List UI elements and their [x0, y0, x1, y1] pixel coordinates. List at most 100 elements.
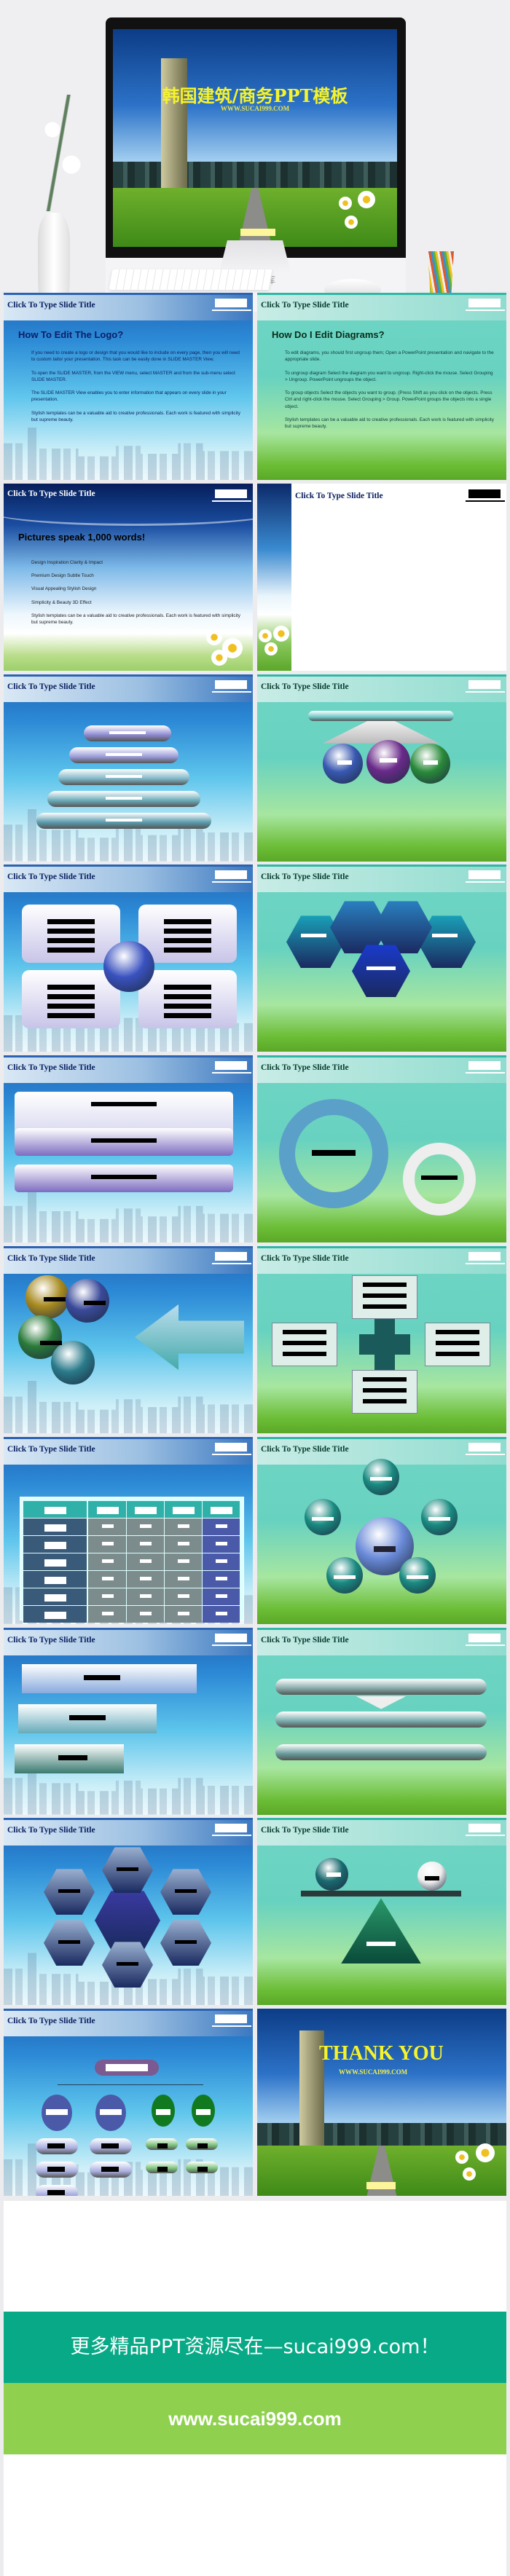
slide-title[interactable]: Click To Type Slide Title — [7, 489, 95, 498]
text-placeholder — [407, 1575, 428, 1579]
slide-thumbnail[interactable]: Click To Type Slide Title — [257, 483, 506, 671]
divider — [466, 1835, 505, 1837]
center-circle — [103, 941, 154, 993]
slide-thumbnail[interactable]: Click To Type Slide Title — [4, 2009, 253, 2197]
down-arrow-icon — [356, 1695, 407, 1709]
text-placeholder — [363, 1293, 407, 1298]
logo-placeholder — [468, 1824, 501, 1833]
slide-title[interactable]: Click To Type Slide Title — [7, 1254, 95, 1263]
slide-title[interactable]: Click To Type Slide Title — [261, 873, 349, 881]
slide-thumbnail[interactable]: Click To Type Slide Title — [257, 864, 506, 1052]
text-placeholder — [101, 1594, 114, 1598]
slide-thumbnail[interactable]: Click To Type Slide Title — [4, 1246, 253, 1433]
text-placeholder — [197, 2167, 208, 2173]
slide-title[interactable]: Click To Type Slide Title — [261, 1445, 349, 1454]
slide-title[interactable]: Click To Type Slide Title — [261, 1254, 349, 1263]
text-placeholder — [363, 1399, 407, 1403]
slide-thumbnail[interactable]: Click To Type Slide Title — [257, 1627, 506, 1815]
slide-thumbnail[interactable]: Click To Type Slide Title — [4, 1818, 253, 2006]
slide-title[interactable]: Click To Type Slide Title — [7, 301, 95, 310]
content-box — [138, 905, 237, 964]
slide-title[interactable]: Click To Type Slide Title — [261, 301, 349, 310]
slide-thumbnail[interactable]: Click To Type Slide Title — [257, 1436, 506, 1624]
slide-title[interactable]: Click To Type Slide Title — [261, 1063, 349, 1072]
slide-thumbnail[interactable]: Click To Type Slide Title — [257, 1055, 506, 1243]
pill-shape — [275, 1678, 487, 1695]
slide-thumbnail[interactable]: Click To Type Slide Title — [4, 1436, 253, 1624]
slide-thumbnail[interactable]: Click To Type Slide Title How To Edit The… — [4, 293, 253, 480]
slide-title[interactable]: Click To Type Slide Title — [7, 873, 95, 881]
text-placeholder — [178, 1576, 189, 1580]
slide-title[interactable]: Click To Type Slide Title — [295, 492, 383, 500]
text-placeholder — [157, 2143, 168, 2149]
slide-heading: How To Edit The Logo? — [18, 329, 124, 340]
logo-placeholder — [468, 489, 501, 498]
slide-thumbnail[interactable]: Click To Type Slide Title — [257, 1818, 506, 2006]
logo-placeholder — [215, 2014, 247, 2024]
slide-thumbnail[interactable]: Click To Type Slide Title Pictures speak … — [4, 483, 253, 671]
divider — [466, 881, 505, 883]
text-placeholder — [164, 985, 211, 990]
text-placeholder — [47, 948, 95, 953]
text-placeholder — [140, 1576, 152, 1580]
cover-url: WWW.SUCAI999.COM — [220, 105, 290, 112]
divider — [212, 1835, 251, 1837]
divider — [212, 1644, 251, 1646]
slide-thumbnail[interactable]: Click To Type Slide Title — [4, 1627, 253, 1815]
hexagon — [95, 1891, 160, 1950]
divider — [466, 1453, 505, 1455]
divider — [466, 1263, 505, 1264]
body-paragraph: Stylish templates can be a valuable aid … — [31, 410, 241, 423]
slide-title[interactable]: Click To Type Slide Title — [7, 1826, 95, 1835]
text-placeholder — [47, 938, 95, 944]
text-placeholder — [91, 1102, 157, 1107]
slide-title[interactable]: Click To Type Slide Title — [7, 1445, 95, 1454]
thank-you-title: THANK YOU — [319, 2042, 444, 2065]
text-placeholder — [84, 1674, 120, 1680]
slide-title[interactable]: Click To Type Slide Title — [7, 2017, 95, 2025]
text-placeholder — [164, 919, 211, 925]
divider — [212, 2025, 251, 2028]
text-placeholder — [117, 1867, 138, 1872]
text-placeholder — [58, 1754, 87, 1760]
hero-mockup: 韩国建筑/商务PPT模板 WWW.SUCAI999.COM 萧鸟图库 — [0, 0, 510, 345]
divider — [466, 310, 505, 311]
logo-placeholder — [215, 1824, 247, 1833]
promo-banner[interactable]: 更多精品PPT资源尽在—sucai999.com！ — [4, 2312, 506, 2383]
sphere — [51, 1341, 95, 1384]
divider — [466, 1072, 505, 1074]
logo-placeholder — [215, 489, 247, 498]
text-placeholder — [101, 1541, 114, 1545]
text-placeholder — [101, 1611, 114, 1615]
text-placeholder — [47, 994, 95, 1000]
slide-thumbnail[interactable]: Click To Type Slide Title — [257, 674, 506, 862]
slide-title[interactable]: Click To Type Slide Title — [7, 1063, 95, 1072]
cover-slide-preview: 韩国建筑/商务PPT模板 WWW.SUCAI999.COM — [113, 29, 397, 247]
slide-body-text: To edit diagrams, you should first ungro… — [285, 350, 496, 437]
slide-thumbnail[interactable]: THANK YOU WWW.SUCAI999.COM — [257, 2009, 506, 2197]
text-placeholder — [178, 1524, 189, 1528]
text-placeholder — [106, 774, 142, 778]
body-paragraph: Simplicity & Beauty 3D Effect — [31, 599, 92, 605]
slide-title[interactable]: Click To Type Slide Title — [7, 682, 95, 691]
text-placeholder — [283, 1330, 326, 1334]
slide-title[interactable]: Click To Type Slide Title — [7, 1636, 95, 1645]
slide-thumbnail[interactable]: Click To Type Slide Title — [257, 1246, 506, 1433]
slide-thumbnail[interactable]: Click To Type Slide Title — [4, 1055, 253, 1243]
logo-placeholder — [215, 299, 247, 307]
website-banner[interactable]: www.sucai999.com — [4, 2383, 506, 2454]
slide-title[interactable]: Click To Type Slide Title — [261, 1636, 349, 1645]
slide-thumbnail[interactable]: Click To Type Slide Title How Do I Edit D… — [257, 293, 506, 480]
text-placeholder — [91, 1175, 157, 1180]
text-placeholder — [312, 1516, 334, 1521]
text-placeholder — [432, 934, 458, 938]
text-placeholder — [140, 1611, 152, 1615]
slide-thumbnail[interactable]: Click To Type Slide Title — [4, 864, 253, 1052]
slide-title[interactable]: Click To Type Slide Title — [261, 682, 349, 691]
curved-arrow-icon — [15, 1690, 36, 1712]
text-placeholder — [47, 919, 95, 925]
text-placeholder — [156, 2109, 170, 2116]
slide-thumbnail[interactable]: Click To Type Slide Title — [4, 674, 253, 862]
logo-placeholder — [215, 680, 247, 689]
slide-title[interactable]: Click To Type Slide Title — [261, 1826, 349, 1835]
